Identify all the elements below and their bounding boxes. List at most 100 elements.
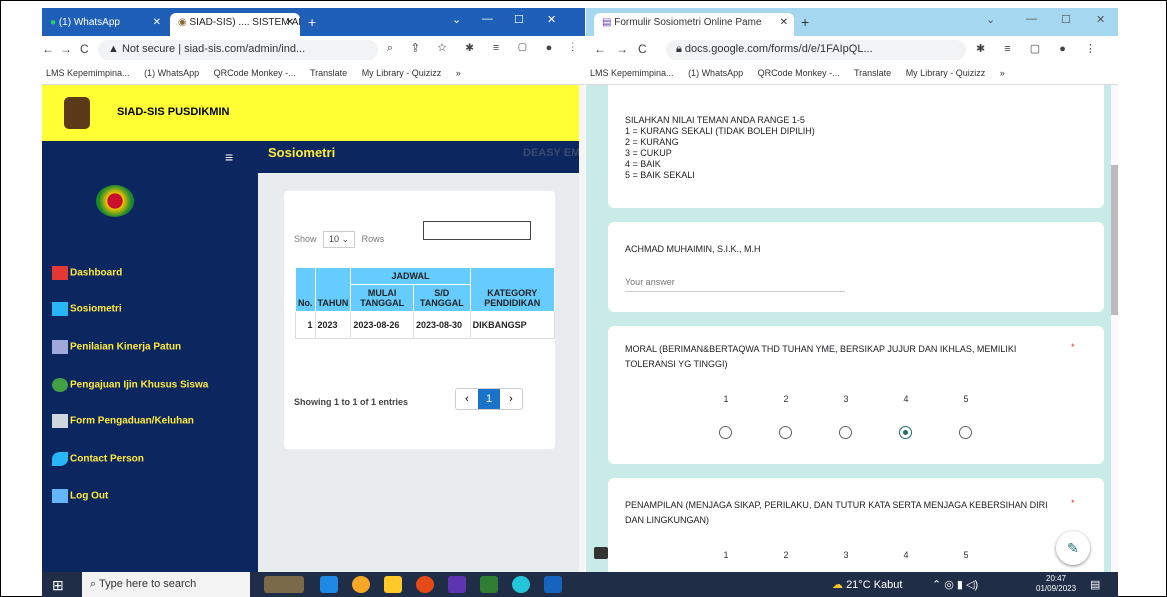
sidebar-item-form-pengaduan[interactable]: Form Pengaduan/Keluhan: [52, 414, 194, 430]
radio-option-1[interactable]: [719, 426, 732, 439]
scrollbar[interactable]: [579, 85, 585, 572]
sidebar-item-sosiometri[interactable]: Sosiometri: [52, 302, 122, 318]
scale-label: 4: [903, 394, 909, 404]
taskbar-search[interactable]: ⌕ Type here to search: [82, 572, 250, 597]
bookmark-item[interactable]: LMS Kepemimpina...: [590, 68, 674, 78]
edit-icon[interactable]: ✎: [1056, 531, 1090, 565]
toolbar-icons[interactable]: ✱ ≡ ▢ ● ⋮: [976, 42, 1104, 55]
close-icon[interactable]: ✕: [286, 17, 294, 28]
chevron-down-icon[interactable]: ⌄: [452, 13, 461, 26]
bookmarks-more[interactable]: »: [1000, 68, 1005, 78]
radio-option-4[interactable]: [899, 426, 912, 439]
user-info: DEASY EMILIYA, S.M. | Level : SISWA: [523, 147, 585, 159]
bookmark-item[interactable]: LMS Kepemimpina...: [46, 68, 130, 78]
bookmark-item[interactable]: Translate: [854, 68, 891, 78]
back-icon[interactable]: ←: [42, 42, 54, 56]
answer-placeholder: Your answer: [625, 277, 675, 287]
forward-icon[interactable]: →: [616, 42, 628, 56]
search-placeholder: Type here to search: [99, 578, 197, 590]
reload-icon[interactable]: C: [80, 42, 89, 56]
notification-icon[interactable]: ▤: [1090, 578, 1100, 591]
toolbar-icons[interactable]: ⌕ ⇪ ☆ ✱ ≡ ▢ ● ⋮: [387, 42, 582, 55]
url-field[interactable]: 🔒︎ docs.google.com/forms/d/e/1FAIpQL...: [666, 40, 966, 60]
bookmark-item[interactable]: QRCode Monkey -...: [214, 68, 296, 78]
scale-label: 2: [783, 394, 789, 404]
warning-icon: ▲: [108, 43, 119, 55]
close-icon[interactable]: ✕: [153, 17, 161, 28]
minimize-button[interactable]: —: [482, 13, 493, 25]
bookmark-item[interactable]: Translate: [310, 68, 347, 78]
scrollbar[interactable]: [1111, 85, 1118, 572]
instruction-line: SILAHKAN NILAI TEMAN ANDA RANGE 1-5: [625, 115, 805, 125]
back-icon[interactable]: ←: [594, 42, 606, 56]
right-tab-bar: ▤ Formulir Sosiometri Online Pame ✕ + ⌄ …: [586, 8, 1118, 36]
col-kategori[interactable]: KATEGORY PENDIDIKAN: [469, 267, 556, 312]
check-icon: [52, 378, 68, 392]
report-icon[interactable]: [594, 547, 608, 559]
tab-google-form[interactable]: ▤ Formulir Sosiometri Online Pame ✕: [594, 13, 794, 36]
zoom-icon[interactable]: [448, 576, 466, 593]
page-button[interactable]: 1: [478, 389, 500, 409]
excel-icon[interactable]: [480, 576, 498, 593]
radio-option-5[interactable]: [959, 426, 972, 439]
radio-option-3[interactable]: [839, 426, 852, 439]
bookmark-item[interactable]: QRCode Monkey -...: [758, 68, 840, 78]
radio-option-2[interactable]: [779, 426, 792, 439]
clock-time: 20:47: [1046, 574, 1067, 583]
next-page-button[interactable]: ›: [500, 389, 522, 409]
maximize-button[interactable]: ☐: [514, 13, 524, 26]
maximize-button[interactable]: ☐: [1061, 13, 1071, 26]
tab-whatsapp[interactable]: ● (1) WhatsApp ✕: [42, 13, 167, 36]
tab-siad-sis[interactable]: ◉ SIAD-SIS) .... SISTEM ADM ✕: [170, 13, 300, 36]
windows-start-icon[interactable]: ⊞: [52, 577, 64, 594]
site-header: SIAD-SIS PUSDIKMIN: [42, 85, 579, 141]
bookmark-item[interactable]: My Library - Quizizz: [362, 68, 442, 78]
clock[interactable]: 20:47 01/09/2023: [1036, 574, 1076, 594]
new-tab-button[interactable]: +: [801, 14, 809, 30]
clock-date: 01/09/2023: [1036, 584, 1077, 593]
col-mulai[interactable]: MULAI TANGGAL: [350, 284, 414, 312]
sidebar-item-contact[interactable]: Contact Person: [52, 452, 144, 468]
reload-icon[interactable]: C: [638, 42, 647, 56]
word-icon[interactable]: [544, 576, 562, 593]
powerpoint-icon[interactable]: [416, 576, 434, 593]
bookmarks-more[interactable]: »: [456, 68, 461, 78]
close-window-button[interactable]: ✕: [547, 13, 556, 26]
phone-icon: [52, 452, 68, 466]
close-icon[interactable]: ✕: [780, 17, 788, 28]
close-window-button[interactable]: ✕: [1096, 13, 1105, 26]
sidebar-item-penilaian[interactable]: Penilaian Kinerja Patun: [52, 340, 181, 356]
sidebar-item-pengajuan[interactable]: Pengajuan Ijin Khusus Siswa: [52, 378, 208, 394]
scrollbar-thumb[interactable]: [1111, 165, 1118, 315]
table-row[interactable]: 1 2023 2023-08-26 2023-08-30 DIKBANGSP: [295, 311, 556, 339]
col-sd[interactable]: S/D TANGGAL: [412, 284, 471, 312]
weather-widget[interactable]: ☁ 21°C Kabut: [832, 578, 902, 591]
google-form-page: SILAHKAN NILAI TEMAN ANDA RANGE 1-5 1 = …: [586, 85, 1118, 572]
hamburger-icon[interactable]: ≡: [225, 149, 233, 165]
col-no[interactable]: No.: [295, 267, 316, 312]
rows-select[interactable]: 10 ⌄: [323, 231, 356, 248]
answer-input[interactable]: Your answer: [625, 277, 845, 292]
prev-page-button[interactable]: ‹: [456, 389, 478, 409]
file-explorer-icon[interactable]: [384, 576, 402, 593]
system-tray-icons[interactable]: ⌃ ◎ ▮ ◁): [932, 578, 978, 591]
edge-icon[interactable]: [512, 576, 530, 593]
chrome-icon[interactable]: [352, 576, 370, 593]
chevron-down-icon[interactable]: ⌄: [986, 13, 995, 26]
sidebar-item-logout[interactable]: Log Out: [52, 489, 108, 505]
url-field[interactable]: ▲ Not secure | siad-sis.com/admin/ind...: [98, 40, 378, 60]
sidebar-item-dashboard[interactable]: Dashboard: [52, 266, 122, 282]
news-widget-icon[interactable]: [264, 576, 304, 593]
minimize-button[interactable]: —: [1026, 13, 1037, 25]
bookmark-item[interactable]: My Library - Quizizz: [906, 68, 986, 78]
tab-label: SIAD-SIS) .... SISTEM ADM: [189, 17, 300, 28]
new-tab-button[interactable]: +: [308, 14, 316, 30]
app-icon[interactable]: [320, 576, 338, 593]
forward-icon[interactable]: →: [60, 42, 72, 56]
bookmark-item[interactable]: (1) WhatsApp: [688, 68, 743, 78]
bookmark-item[interactable]: (1) WhatsApp: [144, 68, 199, 78]
col-tahun[interactable]: TAHUN: [314, 267, 352, 312]
instruction-line: 1 = KURANG SEKALI (TIDAK BOLEH DIPILIH): [625, 126, 815, 136]
site-brand[interactable]: SIAD-SIS PUSDIKMIN: [117, 106, 229, 118]
search-input[interactable]: [423, 221, 531, 240]
